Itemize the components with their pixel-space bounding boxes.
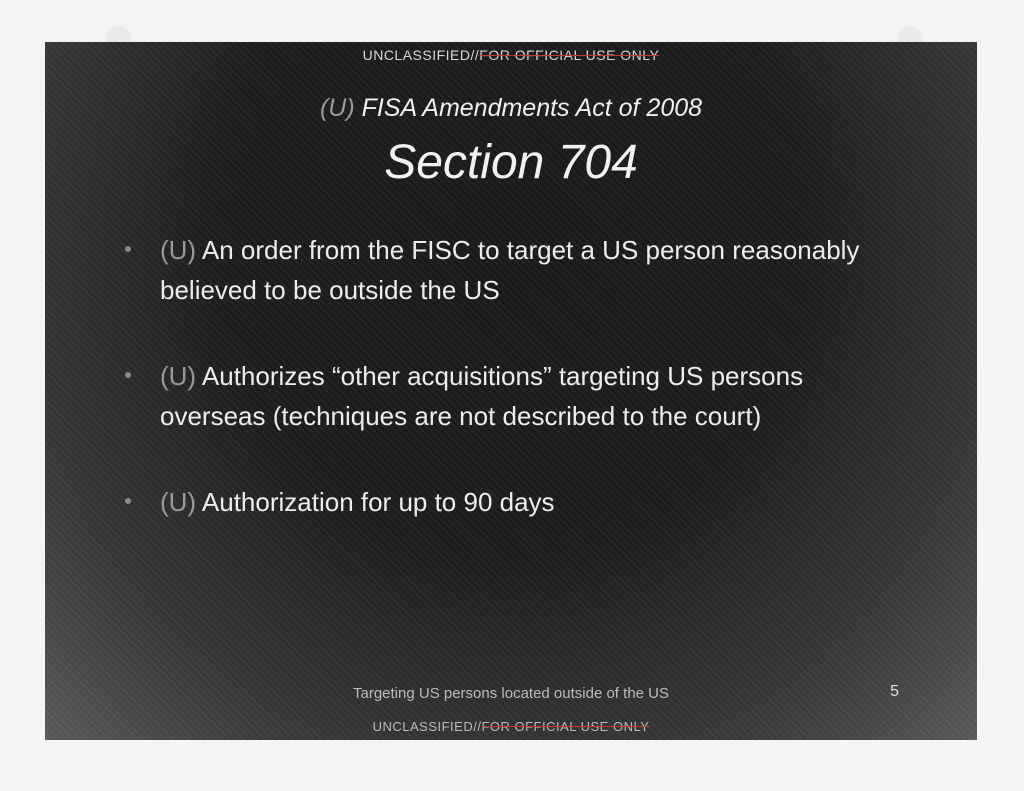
bullet-text: Authorization for up to 90 days <box>201 487 555 517</box>
portion-marking: (U) <box>160 235 197 265</box>
bullet-dot-icon <box>125 498 131 504</box>
page-number: 5 <box>890 683 899 700</box>
bullet-dot-icon <box>125 372 131 378</box>
bullet-text: An order from the FISC to target a US pe… <box>160 235 860 305</box>
slide-title: (U) FISA Amendments Act of 2008 <box>45 94 977 123</box>
bullet-item: (U) Authorization for up to 90 days <box>125 482 905 522</box>
bullet-item: (U) Authorizes “other acquisitions” targ… <box>125 356 905 436</box>
classification-banner-top: UNCLASSIFIED//FOR OFFICIAL USE ONLY <box>45 47 977 63</box>
bullet-text: Authorizes “other acquisitions” targetin… <box>160 361 804 431</box>
portion-marking: (U) <box>160 361 197 391</box>
classification-struck-text: FOR OFFICIAL USE ONLY <box>481 719 650 734</box>
portion-marking: (U) <box>160 487 197 517</box>
slide: UNCLASSIFIED//FOR OFFICIAL USE ONLY (U) … <box>45 42 977 740</box>
title-text: FISA Amendments Act of 2008 <box>361 94 703 122</box>
bullet-dot-icon <box>125 246 131 252</box>
classification-struck-text: FOR OFFICIAL USE ONLY <box>479 47 660 63</box>
bullet-list: (U) An order from the FISC to target a U… <box>125 230 905 522</box>
classification-label: UNCLASSIFIED// <box>372 719 482 734</box>
slide-footer: Targeting US persons located outside of … <box>352 685 670 702</box>
section-heading: Section 704 <box>384 136 638 189</box>
classification-label: UNCLASSIFIED// <box>362 47 480 63</box>
title-portion-marking: (U) <box>319 94 355 122</box>
bullet-item: (U) An order from the FISC to target a U… <box>125 230 905 310</box>
classification-banner-bottom: UNCLASSIFIED//FOR OFFICIAL USE ONLY <box>45 719 977 734</box>
